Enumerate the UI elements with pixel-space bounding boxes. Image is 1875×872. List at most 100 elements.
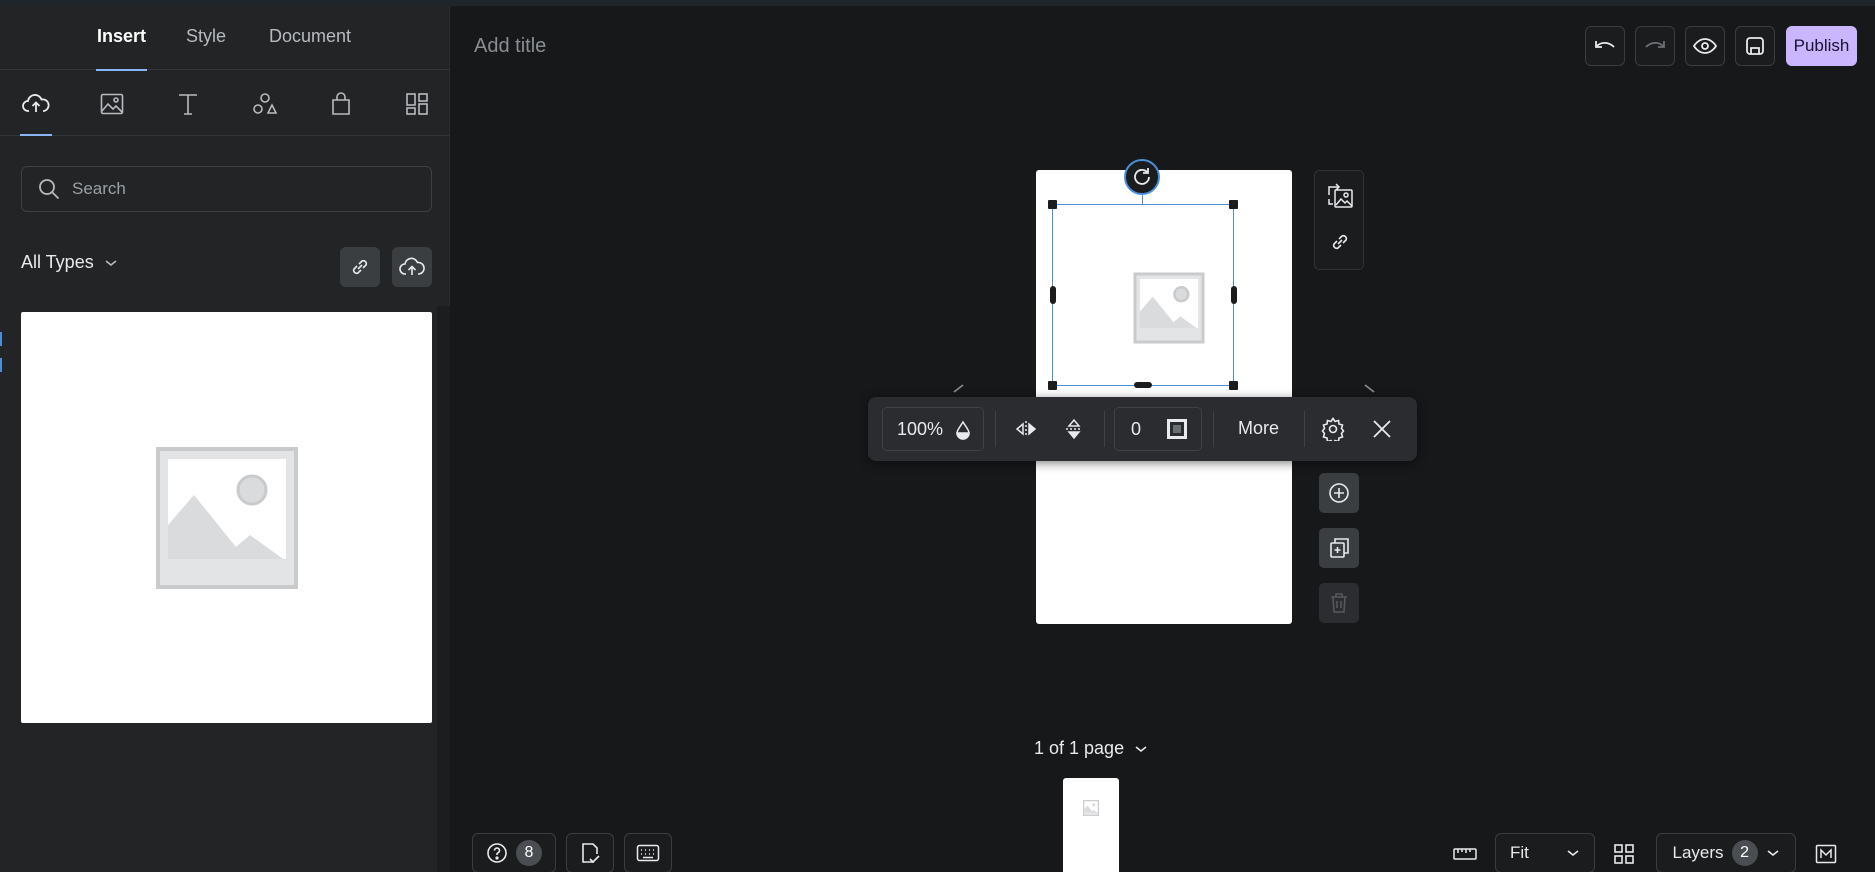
media-item[interactable] (21, 312, 432, 723)
toolbar-divider (1304, 411, 1305, 447)
sidebar: Insert Style Document All Types (0, 6, 450, 872)
sidebar-tabs: Insert Style Document (0, 6, 450, 71)
tab-document[interactable]: Document (269, 26, 351, 47)
more-options-button[interactable]: More (1238, 418, 1279, 439)
resize-handle-top-right[interactable] (1229, 200, 1238, 209)
flip-vertical-button[interactable] (1058, 413, 1090, 445)
page-indicator-label: 1 of 1 page (1034, 738, 1125, 758)
opacity-drop-icon (956, 420, 970, 440)
element-side-toolbar (1314, 170, 1364, 270)
search-input[interactable] (72, 167, 422, 211)
chevron-down-icon (1767, 850, 1779, 857)
resize-handle-bottom-right[interactable] (1229, 381, 1238, 390)
chevron-down-icon (1135, 745, 1147, 752)
active-category-indicator (20, 134, 52, 136)
opacity-value: 100% (897, 419, 944, 439)
eye-icon (1693, 38, 1717, 54)
search-icon (38, 178, 60, 205)
blocks-grid-icon[interactable] (400, 87, 434, 121)
scrollbar[interactable] (437, 306, 450, 872)
zoom-value: Fit (1510, 843, 1529, 862)
link-icon (352, 259, 368, 275)
type-filter-dropdown[interactable]: All Types (21, 252, 118, 273)
image-icon[interactable] (95, 87, 129, 121)
resize-handle-left[interactable] (1050, 286, 1056, 304)
layers-button[interactable]: Layers 2 (1656, 833, 1796, 872)
upload-button[interactable] (392, 247, 432, 287)
replace-image-button[interactable] (1323, 179, 1357, 213)
delete-page-button[interactable] (1319, 583, 1359, 623)
insert-link-button[interactable] (340, 247, 380, 287)
toolbar-divider (995, 411, 996, 447)
toolbar-divider (1213, 411, 1214, 447)
undo-icon (1595, 41, 1615, 48)
rotate-icon (1134, 168, 1150, 185)
markdown-button[interactable] (1810, 838, 1842, 870)
close-icon (1373, 420, 1391, 438)
upload-cloud-icon[interactable] (19, 87, 53, 121)
resize-handle-bottom-left[interactable] (1048, 381, 1057, 390)
resize-handle-top-left[interactable] (1048, 200, 1057, 209)
trash-icon (1331, 593, 1347, 613)
add-page-button[interactable] (1319, 473, 1359, 513)
resize-handle-bottom[interactable] (1134, 382, 1152, 388)
image-placeholder-icon (1083, 800, 1099, 816)
redo-icon (1645, 41, 1665, 48)
grid-view-button[interactable] (1608, 838, 1640, 870)
panel-edge-marker (0, 358, 2, 372)
layers-label: Layers (1672, 843, 1724, 862)
publish-button[interactable]: Publish (1786, 26, 1857, 66)
tab-insert[interactable]: Insert (97, 26, 146, 47)
ruler-icon (1453, 848, 1477, 860)
keyboard-icon (636, 844, 660, 862)
gear-icon (1321, 417, 1345, 441)
insert-category-tabs (0, 71, 450, 136)
upload-cloud-icon (399, 257, 425, 275)
help-button[interactable]: 8 (472, 833, 556, 872)
border-icon (1167, 419, 1187, 439)
flip-vertical-icon (1066, 418, 1082, 440)
shapes-icon[interactable] (248, 87, 282, 121)
help-icon (487, 843, 507, 863)
help-count-badge: 8 (516, 840, 542, 866)
selection-box[interactable] (1052, 204, 1234, 386)
rotate-connector (1142, 195, 1143, 204)
text-icon[interactable] (171, 87, 205, 121)
close-toolbar-button[interactable] (1366, 413, 1398, 445)
element-link-button[interactable] (1323, 225, 1357, 259)
border-width-control[interactable]: 0 (1114, 407, 1202, 451)
link-icon (1332, 234, 1348, 250)
ruler-toggle-button[interactable] (1449, 838, 1481, 870)
panel-edge-marker (0, 332, 2, 346)
rotate-handle[interactable] (1124, 159, 1160, 195)
chevron-down-icon (1567, 850, 1579, 857)
grid-icon (1614, 844, 1634, 864)
zoom-dropdown[interactable]: Fit (1495, 833, 1595, 872)
duplicate-page-button[interactable] (1319, 528, 1359, 568)
flip-horizontal-button[interactable] (1010, 413, 1042, 445)
type-filter-label: All Types (21, 252, 94, 272)
save-icon (1746, 37, 1764, 55)
save-button[interactable] (1735, 26, 1775, 66)
search-box (21, 166, 432, 212)
opacity-control[interactable]: 100% (882, 407, 984, 451)
title-input[interactable] (474, 30, 1074, 62)
flip-horizontal-icon (1015, 421, 1037, 437)
resize-handle-right[interactable] (1231, 286, 1237, 304)
replace-image-icon (1328, 183, 1353, 208)
toolbar-divider (1104, 411, 1105, 447)
shopping-bag-icon[interactable] (324, 87, 358, 121)
image-placeholder-icon (156, 447, 298, 589)
page-thumbnail[interactable] (1063, 778, 1119, 872)
undo-button[interactable] (1585, 26, 1625, 66)
checklist-button[interactable] (566, 833, 614, 872)
keyboard-shortcuts-button[interactable] (624, 833, 672, 872)
markdown-icon (1815, 844, 1837, 864)
page-indicator-dropdown[interactable]: 1 of 1 page (1034, 738, 1148, 759)
preview-button[interactable] (1685, 26, 1725, 66)
redo-button[interactable] (1635, 26, 1675, 66)
tab-style[interactable]: Style (186, 26, 226, 47)
settings-button[interactable] (1317, 413, 1349, 445)
plus-circle-icon (1329, 483, 1349, 503)
image-format-toolbar: 100% 0 More (868, 397, 1417, 461)
